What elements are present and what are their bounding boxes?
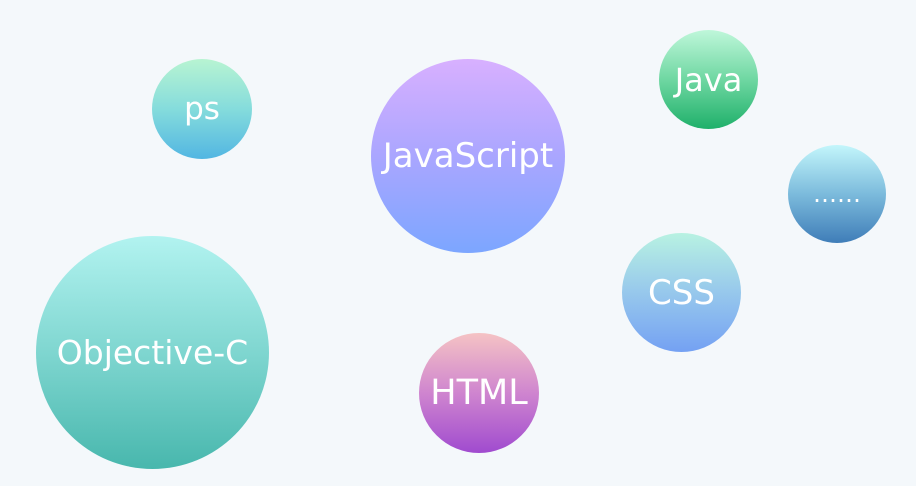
bubble-label-more: ……: [813, 180, 861, 208]
bubble-label-html: HTML: [430, 372, 528, 413]
bubble-label-css: CSS: [648, 272, 715, 313]
bubble-java[interactable]: Java: [659, 30, 758, 129]
bubble-label-ps: ps: [184, 90, 220, 127]
bubble-label-objective-c: Objective-C: [56, 333, 249, 372]
bubble-javascript[interactable]: JavaScript: [371, 59, 565, 253]
bubble-html[interactable]: HTML: [419, 333, 539, 453]
bubble-ps[interactable]: ps: [152, 59, 252, 159]
bubble-more[interactable]: ……: [788, 145, 886, 243]
bubble-css[interactable]: CSS: [622, 233, 741, 352]
bubble-label-java: Java: [674, 60, 743, 99]
bubble-objective-c[interactable]: Objective-C: [36, 236, 269, 469]
bubble-label-javascript: JavaScript: [382, 136, 554, 176]
